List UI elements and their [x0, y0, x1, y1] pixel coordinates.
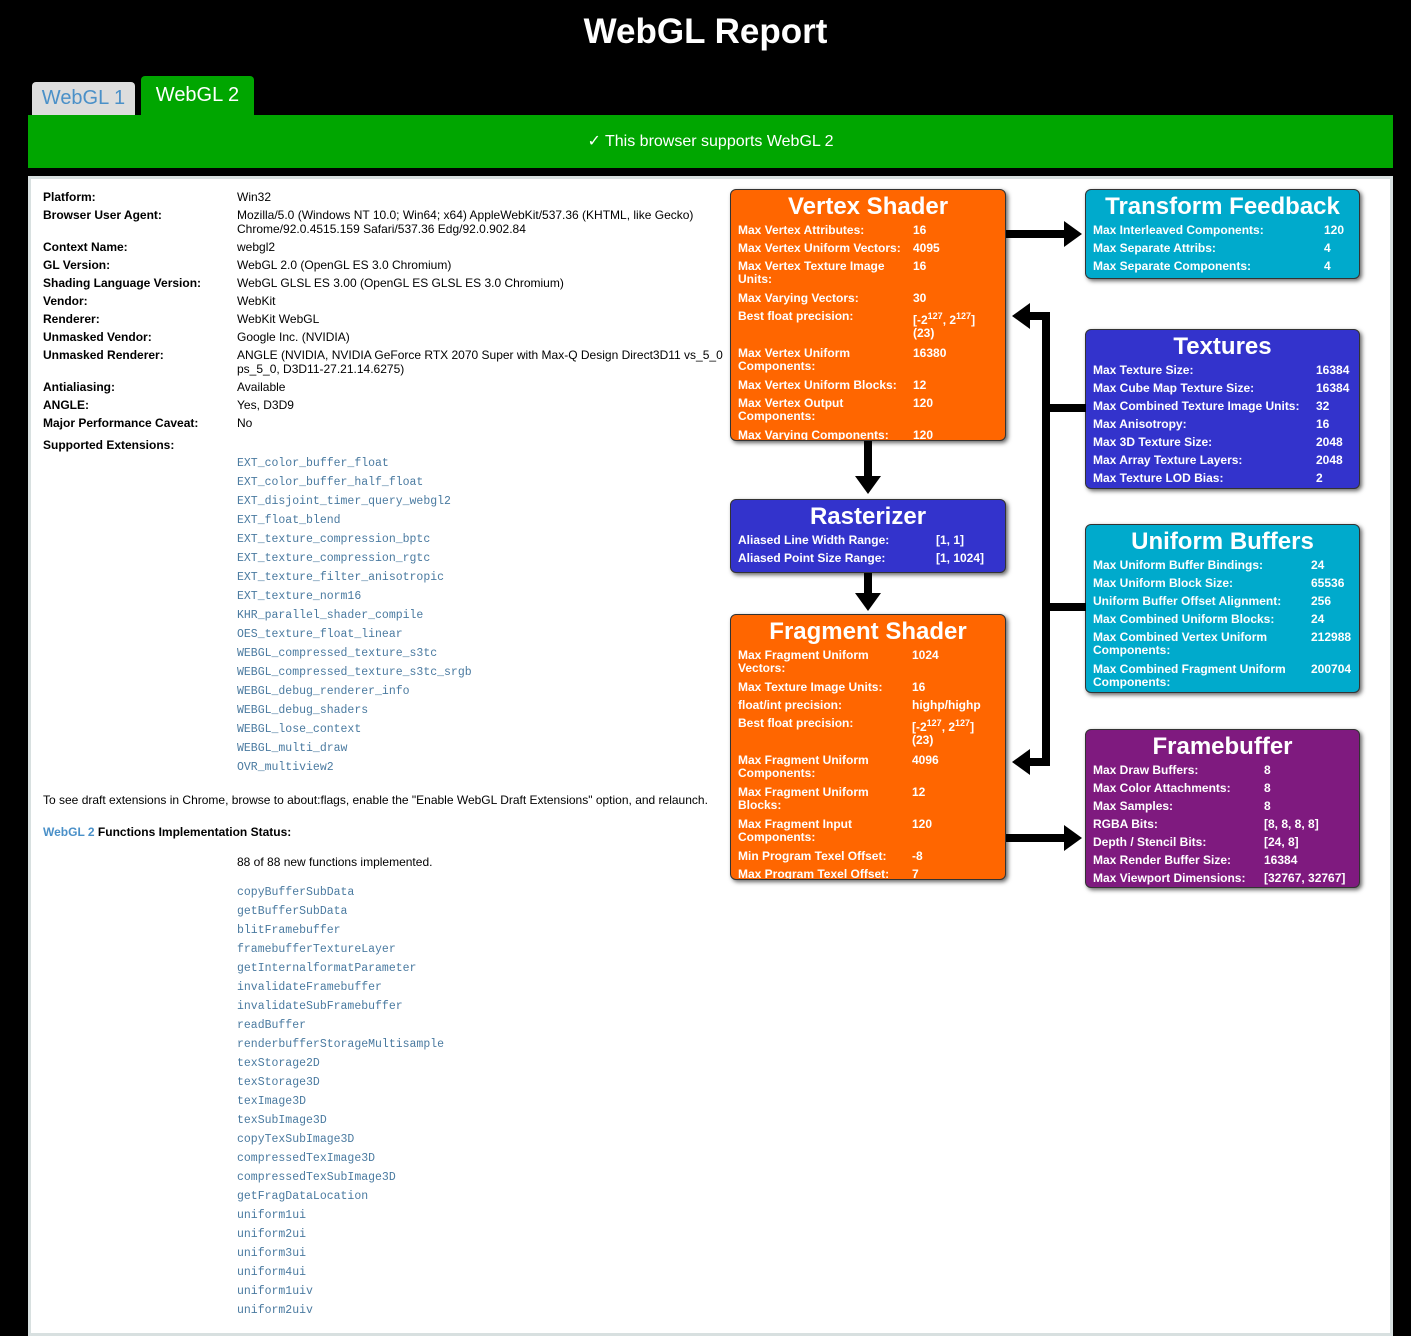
- arrow-bus: [1042, 312, 1050, 766]
- arrow-vertex-to-tf: [1006, 230, 1066, 238]
- arrow-vertex-to-raster: [864, 441, 872, 477]
- arrow-head-tf: [1064, 221, 1082, 247]
- arrow-head-frag: [855, 593, 881, 611]
- arrow-head-fb: [1064, 825, 1082, 851]
- pipeline-arrows: [855, 221, 1086, 851]
- arrow-head-raster: [855, 476, 881, 494]
- arrow-raster-to-frag: [864, 573, 872, 595]
- arrow-frag-to-fb: [1006, 834, 1066, 842]
- arrow-textures-to-bus: [1046, 404, 1086, 412]
- arrow-uniform-to-bus: [1046, 603, 1086, 611]
- arrow-head-bus-bottom: [1012, 749, 1030, 775]
- arrow-head-bus-top: [1012, 303, 1030, 329]
